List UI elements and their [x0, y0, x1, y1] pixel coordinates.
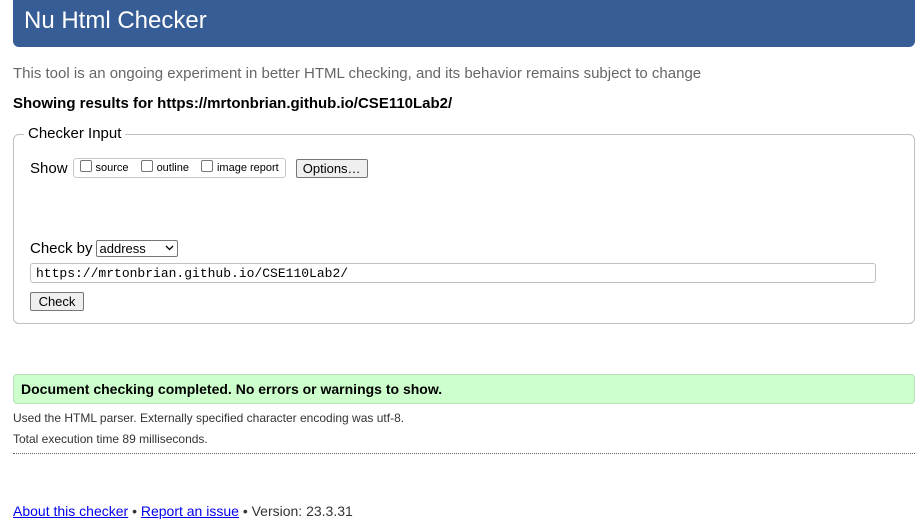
version-text: • Version: 23.3.31	[242, 503, 353, 519]
check-by-select[interactable]: address	[95, 239, 178, 257]
show-image-report-option[interactable]: image report	[200, 160, 279, 174]
url-input[interactable]: https://mrtonbrian.github.io/CSE110Lab2/	[30, 263, 876, 283]
check-by-row: Check by address	[30, 238, 178, 258]
check-by-selected-value: address	[99, 240, 146, 256]
source-checkbox[interactable]	[79, 160, 92, 172]
outline-checkbox[interactable]	[140, 160, 153, 172]
success-message: Document checking completed. No errors o…	[13, 374, 915, 404]
report-issue-link[interactable]: Report an issue	[141, 503, 239, 519]
options-button[interactable]: Options…	[295, 158, 368, 178]
results-for-heading: Showing results for https://mrtonbrian.g…	[13, 95, 453, 112]
outline-label: outline	[156, 162, 189, 174]
checker-input-fieldset: Checker Input Show source outline image …	[13, 125, 915, 324]
about-checker-link[interactable]: About this checker	[13, 503, 128, 519]
chevron-down-icon	[165, 245, 173, 251]
image-report-checkbox[interactable]	[200, 160, 213, 172]
footer: About this checker • Report an issue • V…	[13, 503, 353, 519]
source-label: source	[95, 162, 129, 174]
show-options-row: Show source outline image report Options…	[30, 157, 368, 179]
check-by-label: Check by	[30, 239, 93, 257]
show-options-group: source outline image report	[72, 158, 286, 178]
show-source-option[interactable]: source	[79, 160, 129, 174]
footer-divider	[13, 453, 915, 454]
image-report-label: image report	[216, 162, 279, 174]
page-title: Nu Html Checker	[24, 7, 207, 34]
show-label: Show	[30, 159, 68, 177]
parser-note: Used the HTML parser. Externally specifi…	[13, 411, 405, 425]
show-outline-option[interactable]: outline	[140, 160, 189, 174]
check-button[interactable]: Check	[30, 292, 84, 311]
checker-input-legend: Checker Input	[24, 125, 126, 143]
execution-time-note: Total execution time 89 milliseconds.	[13, 432, 208, 446]
footer-separator: •	[132, 503, 137, 519]
app-header: Nu Html Checker	[13, 0, 915, 47]
intro-text: This tool is an ongoing experiment in be…	[13, 65, 702, 82]
